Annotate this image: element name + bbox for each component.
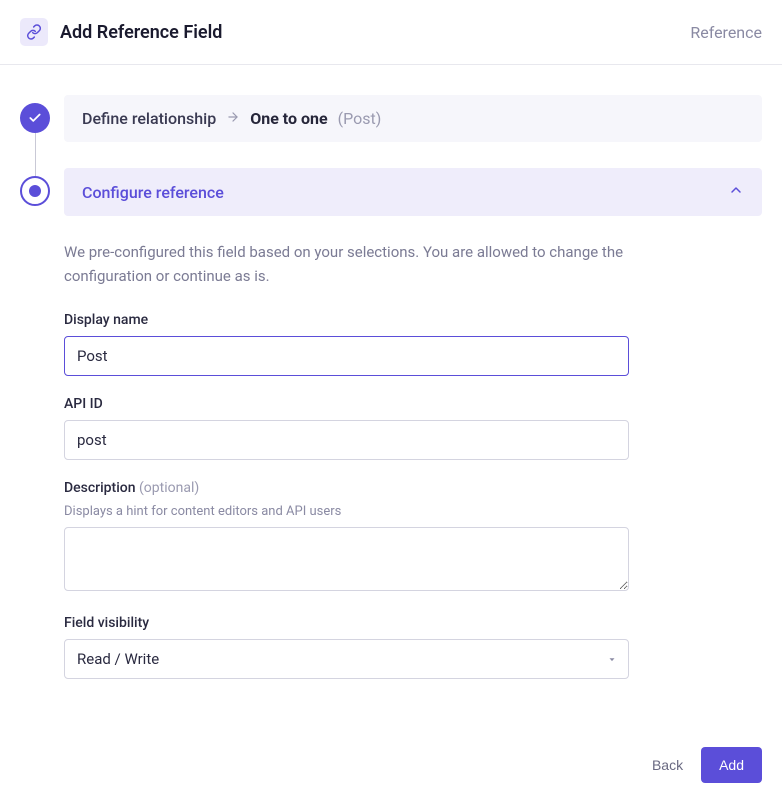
- step-define-title: Define relationship: [82, 109, 216, 128]
- modal-content: Define relationship One to one (Post): [0, 65, 782, 719]
- step-configure-card: Configure reference We pre-configured th…: [64, 168, 762, 699]
- configure-description: We pre-configured this field based on yo…: [64, 240, 624, 288]
- description-input[interactable]: [64, 527, 629, 591]
- add-button[interactable]: Add: [701, 747, 762, 783]
- step-define-card[interactable]: Define relationship One to one (Post): [64, 95, 762, 142]
- display-name-group: Display name: [64, 312, 762, 376]
- arrow-right-icon: [226, 109, 240, 128]
- check-icon: [28, 111, 42, 125]
- description-optional: (optional): [139, 480, 199, 496]
- api-id-group: API ID: [64, 396, 762, 460]
- display-name-input[interactable]: [64, 336, 629, 376]
- step-configure-title: Configure reference: [82, 183, 224, 202]
- step-configure-reference: Configure reference We pre-configured th…: [20, 168, 762, 699]
- description-label: Description (optional): [64, 480, 762, 496]
- chevron-up-icon: [728, 182, 744, 202]
- reference-icon: [20, 18, 48, 46]
- step-define-relationship: Define relationship One to one (Post): [20, 95, 762, 142]
- visibility-label: Field visibility: [64, 615, 762, 631]
- header-left: Add Reference Field: [20, 18, 222, 46]
- step-define-header[interactable]: Define relationship One to one (Post): [64, 95, 762, 142]
- description-hint: Displays a hint for content editors and …: [64, 504, 762, 519]
- display-name-label: Display name: [64, 312, 762, 328]
- api-id-input[interactable]: [64, 420, 629, 460]
- step-indicator-completed: [20, 103, 50, 133]
- step-define-selection: One to one: [250, 109, 327, 128]
- modal-footer: Back Add: [0, 719, 782, 803]
- description-group: Description (optional) Displays a hint f…: [64, 480, 762, 595]
- active-dot-icon: [29, 185, 41, 197]
- modal-title: Add Reference Field: [60, 22, 222, 43]
- visibility-select-wrapper: Read / Write: [64, 639, 629, 679]
- step-configure-body: We pre-configured this field based on yo…: [64, 216, 762, 679]
- step-define-summary: Define relationship One to one (Post): [82, 109, 381, 128]
- api-id-label: API ID: [64, 396, 762, 412]
- modal-header: Add Reference Field Reference: [0, 0, 782, 65]
- step-configure-summary: Configure reference: [82, 183, 224, 202]
- field-type-label: Reference: [690, 23, 762, 42]
- visibility-group: Field visibility Read / Write: [64, 615, 762, 679]
- steps-container: Define relationship One to one (Post): [20, 95, 762, 699]
- step-configure-header[interactable]: Configure reference: [64, 168, 762, 216]
- step-define-model: (Post): [338, 109, 382, 128]
- description-label-text: Description: [64, 480, 136, 496]
- step-indicator-active: [20, 176, 50, 206]
- visibility-select[interactable]: Read / Write: [64, 639, 629, 679]
- back-button[interactable]: Back: [652, 757, 683, 773]
